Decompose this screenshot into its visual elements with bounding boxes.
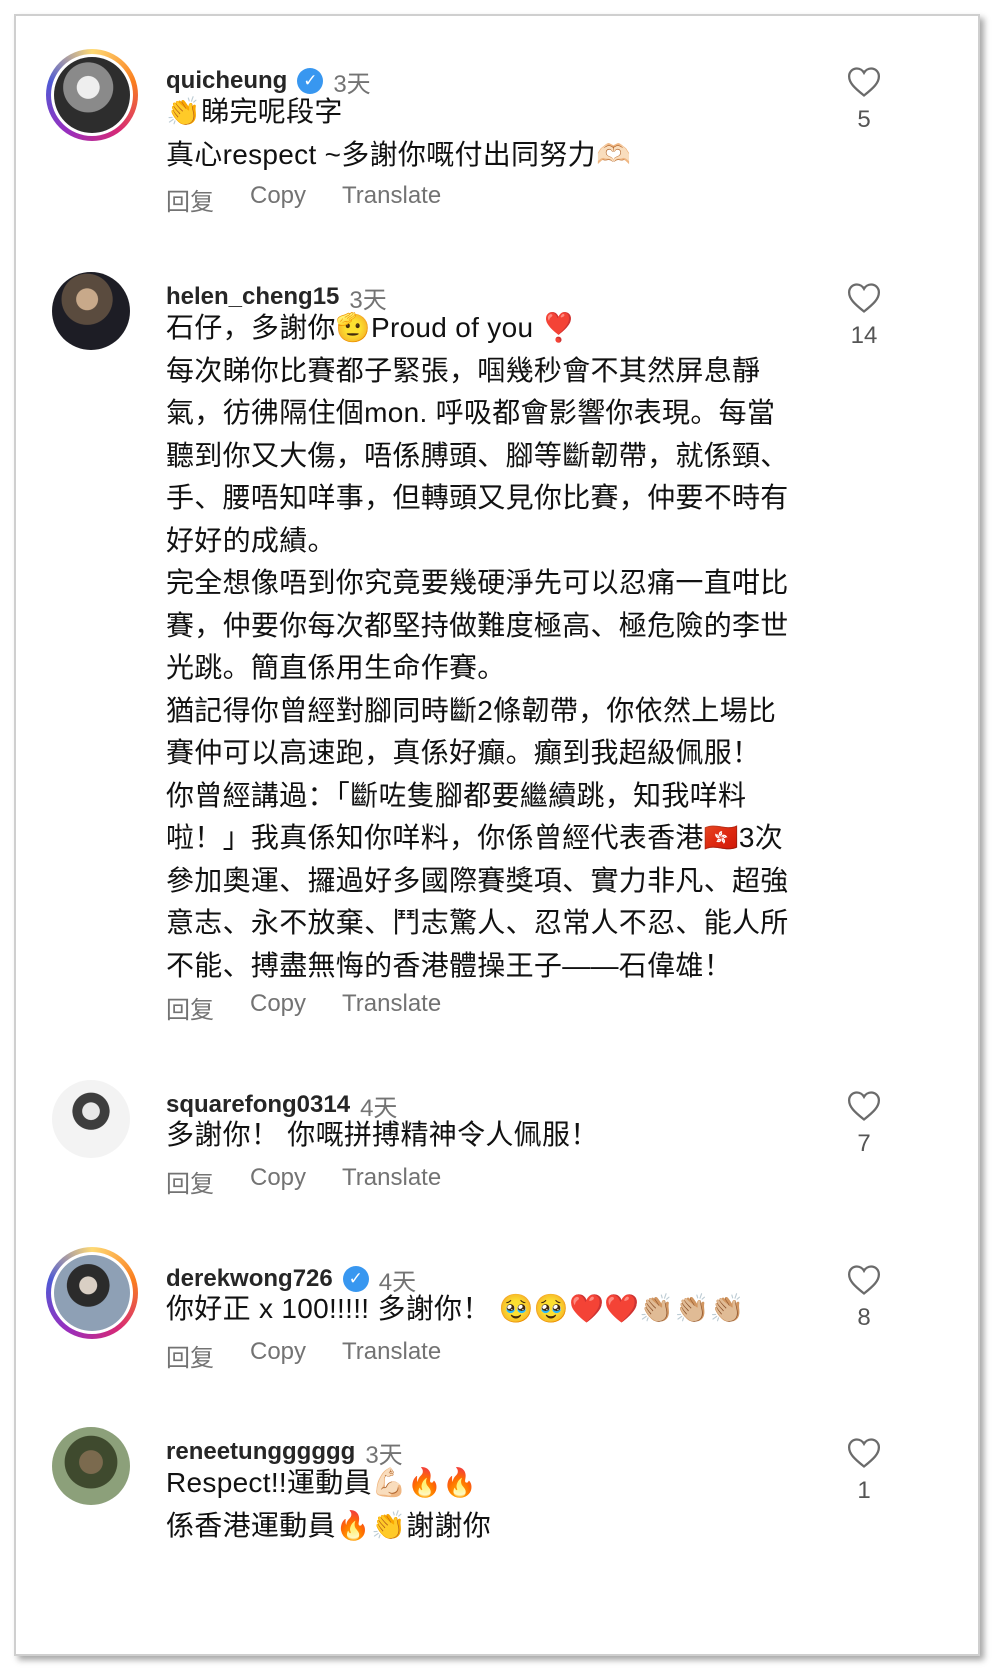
like-count: 8 <box>857 1304 871 1331</box>
reply-button[interactable]: 回复 <box>166 1338 214 1373</box>
like-count: 1 <box>857 1477 871 1504</box>
comment-text: 👏睇完呢段字 真心respect ~多謝你嘅付出同努力🫶🏻 <box>166 96 632 170</box>
reply-button[interactable]: 回复 <box>166 182 214 217</box>
like-count: 14 <box>850 322 878 349</box>
comment-text: 你好正 x 100!!!!! 多謝你！ 🥹🥹❤️❤️👏🏼👏🏼👏🏼 <box>166 1293 745 1324</box>
heart-icon[interactable] <box>847 1090 881 1122</box>
copy-button[interactable]: Copy <box>250 1164 306 1199</box>
heart-icon[interactable] <box>847 66 881 98</box>
avatar[interactable] <box>52 1427 130 1505</box>
comment-text: 多謝你！ 你嘅拼搏精神令人佩服！ <box>166 1119 599 1150</box>
avatar[interactable] <box>46 1247 138 1339</box>
heart-icon[interactable] <box>847 1437 881 1469</box>
comment-text: Respect!!運動員💪🏻🔥🔥 係香港運動員🔥👏謝謝你 <box>166 1467 492 1541</box>
reply-button[interactable]: 回复 <box>166 990 214 1025</box>
avatar[interactable] <box>46 49 138 141</box>
heart-icon[interactable] <box>847 282 881 314</box>
copy-button[interactable]: Copy <box>250 182 306 217</box>
copy-button[interactable]: Copy <box>250 1338 306 1373</box>
avatar[interactable] <box>52 1080 130 1158</box>
like-count: 5 <box>857 106 871 133</box>
like-count: 7 <box>857 1130 871 1157</box>
reply-button[interactable]: 回复 <box>166 1164 214 1199</box>
translate-button[interactable]: Translate <box>342 1164 441 1199</box>
translate-button[interactable]: Translate <box>342 990 441 1025</box>
heart-icon[interactable] <box>847 1264 881 1296</box>
comments-panel: quicheung ✓ 3天 👏睇完呢段字 真心respect ~多謝你嘅付出同… <box>14 14 980 1656</box>
avatar[interactable] <box>52 272 130 350</box>
translate-button[interactable]: Translate <box>342 1338 441 1373</box>
comment-text: 石仔，多謝你🫡Proud of you ❣️ 每次睇你比賽都子緊張，啯幾秒會不其… <box>166 312 789 981</box>
copy-button[interactable]: Copy <box>250 990 306 1025</box>
translate-button[interactable]: Translate <box>342 182 441 217</box>
